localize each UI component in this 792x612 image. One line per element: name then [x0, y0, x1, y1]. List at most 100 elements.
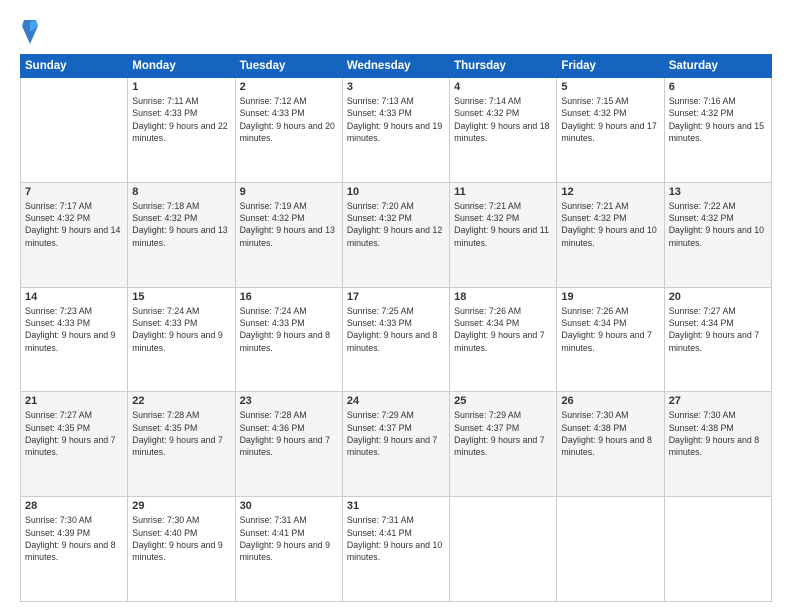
- weekday-wednesday: Wednesday: [342, 55, 449, 78]
- day-number: 28: [25, 500, 123, 512]
- day-info: Sunrise: 7:18 AMSunset: 4:32 PMDaylight:…: [132, 200, 230, 249]
- day-cell: 2 Sunrise: 7:12 AMSunset: 4:33 PMDaylight…: [235, 78, 342, 183]
- day-number: 14: [25, 291, 123, 303]
- day-number: 16: [240, 291, 338, 303]
- week-row-3: 14 Sunrise: 7:23 AMSunset: 4:33 PMDayligh…: [21, 287, 772, 392]
- day-cell: 31 Sunrise: 7:31 AMSunset: 4:41 PMDayligh…: [342, 497, 449, 602]
- day-number: 24: [347, 395, 445, 407]
- day-number: 26: [561, 395, 659, 407]
- day-number: 19: [561, 291, 659, 303]
- day-cell: 24 Sunrise: 7:29 AMSunset: 4:37 PMDayligh…: [342, 392, 449, 497]
- day-info: Sunrise: 7:11 AMSunset: 4:33 PMDaylight:…: [132, 95, 230, 144]
- day-info: Sunrise: 7:23 AMSunset: 4:33 PMDaylight:…: [25, 305, 123, 354]
- day-cell: 9 Sunrise: 7:19 AMSunset: 4:32 PMDaylight…: [235, 182, 342, 287]
- day-number: 30: [240, 500, 338, 512]
- day-number: 5: [561, 81, 659, 93]
- day-cell: 11 Sunrise: 7:21 AMSunset: 4:32 PMDayligh…: [450, 182, 557, 287]
- day-info: Sunrise: 7:25 AMSunset: 4:33 PMDaylight:…: [347, 305, 445, 354]
- weekday-header-row: SundayMondayTuesdayWednesdayThursdayFrid…: [21, 55, 772, 78]
- day-cell: [450, 497, 557, 602]
- week-row-2: 7 Sunrise: 7:17 AMSunset: 4:32 PMDaylight…: [21, 182, 772, 287]
- day-number: 17: [347, 291, 445, 303]
- day-info: Sunrise: 7:28 AMSunset: 4:35 PMDaylight:…: [132, 409, 230, 458]
- day-number: 18: [454, 291, 552, 303]
- day-cell: 12 Sunrise: 7:21 AMSunset: 4:32 PMDayligh…: [557, 182, 664, 287]
- day-cell: 7 Sunrise: 7:17 AMSunset: 4:32 PMDaylight…: [21, 182, 128, 287]
- day-number: 13: [669, 186, 767, 198]
- day-cell: 29 Sunrise: 7:30 AMSunset: 4:40 PMDayligh…: [128, 497, 235, 602]
- day-info: Sunrise: 7:22 AMSunset: 4:32 PMDaylight:…: [669, 200, 767, 249]
- day-cell: [664, 497, 771, 602]
- day-cell: 27 Sunrise: 7:30 AMSunset: 4:38 PMDayligh…: [664, 392, 771, 497]
- day-number: 11: [454, 186, 552, 198]
- day-cell: 26 Sunrise: 7:30 AMSunset: 4:38 PMDayligh…: [557, 392, 664, 497]
- calendar-table: SundayMondayTuesdayWednesdayThursdayFrid…: [20, 54, 772, 602]
- weekday-sunday: Sunday: [21, 55, 128, 78]
- day-number: 3: [347, 81, 445, 93]
- day-number: 22: [132, 395, 230, 407]
- day-cell: 1 Sunrise: 7:11 AMSunset: 4:33 PMDaylight…: [128, 78, 235, 183]
- day-cell: 8 Sunrise: 7:18 AMSunset: 4:32 PMDaylight…: [128, 182, 235, 287]
- page: SundayMondayTuesdayWednesdayThursdayFrid…: [0, 0, 792, 612]
- day-info: Sunrise: 7:17 AMSunset: 4:32 PMDaylight:…: [25, 200, 123, 249]
- day-cell: 19 Sunrise: 7:26 AMSunset: 4:34 PMDayligh…: [557, 287, 664, 392]
- day-info: Sunrise: 7:30 AMSunset: 4:38 PMDaylight:…: [669, 409, 767, 458]
- day-cell: 21Sunrise: 7:27 AMSunset: 4:35 PMDayligh…: [21, 392, 128, 497]
- day-cell: 3Sunrise: 7:13 AMSunset: 4:33 PMDaylight…: [342, 78, 449, 183]
- day-number: 1: [132, 81, 230, 93]
- day-info: Sunrise: 7:16 AMSunset: 4:32 PMDaylight:…: [669, 95, 767, 144]
- day-cell: 5 Sunrise: 7:15 AMSunset: 4:32 PMDaylight…: [557, 78, 664, 183]
- day-cell: 17 Sunrise: 7:25 AMSunset: 4:33 PMDayligh…: [342, 287, 449, 392]
- day-info: Sunrise: 7:19 AMSunset: 4:32 PMDaylight:…: [240, 200, 338, 249]
- day-number: 20: [669, 291, 767, 303]
- logo-icon: [20, 18, 40, 46]
- day-cell: 22 Sunrise: 7:28 AMSunset: 4:35 PMDayligh…: [128, 392, 235, 497]
- day-number: 7: [25, 186, 123, 198]
- day-info: Sunrise: 7:29 AMSunset: 4:37 PMDaylight:…: [454, 409, 552, 458]
- day-info: Sunrise: 7:31 AMSunset: 4:41 PMDaylight:…: [347, 514, 445, 563]
- day-info: Sunrise: 7:24 AMSunset: 4:33 PMDaylight:…: [132, 305, 230, 354]
- weekday-thursday: Thursday: [450, 55, 557, 78]
- day-cell: 23 Sunrise: 7:28 AMSunset: 4:36 PMDayligh…: [235, 392, 342, 497]
- week-row-1: 1 Sunrise: 7:11 AMSunset: 4:33 PMDaylight…: [21, 78, 772, 183]
- day-number: 4: [454, 81, 552, 93]
- day-info: Sunrise: 7:24 AMSunset: 4:33 PMDaylight:…: [240, 305, 338, 354]
- day-info: Sunrise: 7:15 AMSunset: 4:32 PMDaylight:…: [561, 95, 659, 144]
- day-cell: 10Sunrise: 7:20 AMSunset: 4:32 PMDayligh…: [342, 182, 449, 287]
- day-cell: [557, 497, 664, 602]
- day-cell: 20 Sunrise: 7:27 AMSunset: 4:34 PMDayligh…: [664, 287, 771, 392]
- logo: [20, 18, 42, 46]
- day-cell: 4Sunrise: 7:14 AMSunset: 4:32 PMDaylight…: [450, 78, 557, 183]
- day-number: 25: [454, 395, 552, 407]
- day-number: 8: [132, 186, 230, 198]
- day-info: Sunrise: 7:29 AMSunset: 4:37 PMDaylight:…: [347, 409, 445, 458]
- day-info: Sunrise: 7:12 AMSunset: 4:33 PMDaylight:…: [240, 95, 338, 144]
- day-cell: 15Sunrise: 7:24 AMSunset: 4:33 PMDayligh…: [128, 287, 235, 392]
- day-info: Sunrise: 7:30 AMSunset: 4:39 PMDaylight:…: [25, 514, 123, 563]
- day-number: 29: [132, 500, 230, 512]
- weekday-friday: Friday: [557, 55, 664, 78]
- day-number: 31: [347, 500, 445, 512]
- day-info: Sunrise: 7:27 AMSunset: 4:34 PMDaylight:…: [669, 305, 767, 354]
- day-info: Sunrise: 7:28 AMSunset: 4:36 PMDaylight:…: [240, 409, 338, 458]
- day-cell: [21, 78, 128, 183]
- weekday-tuesday: Tuesday: [235, 55, 342, 78]
- day-number: 12: [561, 186, 659, 198]
- day-number: 6: [669, 81, 767, 93]
- day-cell: 16 Sunrise: 7:24 AMSunset: 4:33 PMDayligh…: [235, 287, 342, 392]
- day-info: Sunrise: 7:21 AMSunset: 4:32 PMDaylight:…: [454, 200, 552, 249]
- day-info: Sunrise: 7:26 AMSunset: 4:34 PMDaylight:…: [561, 305, 659, 354]
- day-info: Sunrise: 7:30 AMSunset: 4:40 PMDaylight:…: [132, 514, 230, 563]
- day-number: 23: [240, 395, 338, 407]
- day-info: Sunrise: 7:30 AMSunset: 4:38 PMDaylight:…: [561, 409, 659, 458]
- day-number: 27: [669, 395, 767, 407]
- day-info: Sunrise: 7:21 AMSunset: 4:32 PMDaylight:…: [561, 200, 659, 249]
- day-cell: 14 Sunrise: 7:23 AMSunset: 4:33 PMDayligh…: [21, 287, 128, 392]
- day-number: 9: [240, 186, 338, 198]
- weekday-monday: Monday: [128, 55, 235, 78]
- weekday-saturday: Saturday: [664, 55, 771, 78]
- day-cell: 13 Sunrise: 7:22 AMSunset: 4:32 PMDayligh…: [664, 182, 771, 287]
- day-info: Sunrise: 7:20 AMSunset: 4:32 PMDaylight:…: [347, 200, 445, 249]
- day-number: 2: [240, 81, 338, 93]
- day-info: Sunrise: 7:31 AMSunset: 4:41 PMDaylight:…: [240, 514, 338, 563]
